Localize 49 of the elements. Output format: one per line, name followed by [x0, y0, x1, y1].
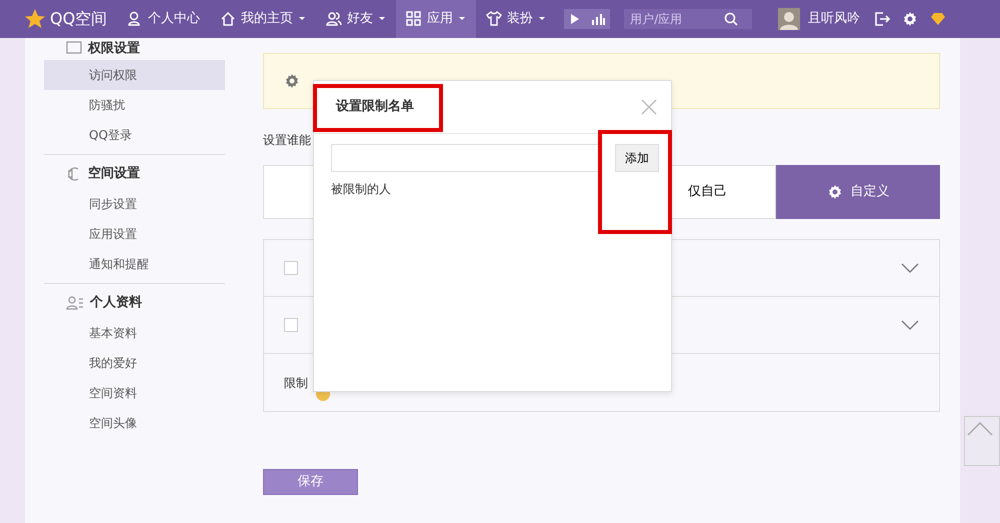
star-logo-icon — [24, 8, 46, 30]
section-title: 个人资料 — [90, 294, 142, 312]
settings-icon — [826, 184, 842, 200]
sidebar-item[interactable]: 基本资料 — [44, 318, 225, 348]
sidebar-item[interactable]: 防骚扰 — [44, 90, 225, 120]
chevron-down-icon[interactable] — [901, 263, 919, 273]
sidebar-item[interactable]: 我的爱好 — [44, 348, 225, 378]
section-title: 空间设置 — [88, 164, 140, 184]
nav-tab[interactable]: 我的主页 — [210, 0, 316, 38]
checkbox[interactable] — [284, 261, 298, 275]
equalizer-icon — [590, 13, 605, 25]
access-option[interactable]: 自定义 — [776, 165, 940, 219]
nav-tab[interactable]: 个人中心 — [117, 0, 210, 38]
nav-tab[interactable]: 好友 — [316, 0, 396, 38]
chevron-down-icon[interactable] — [901, 320, 919, 330]
settings-icon — [284, 73, 300, 89]
play-icon — [570, 13, 580, 25]
grid-icon — [406, 11, 422, 27]
sidebar-item[interactable]: QQ登录 — [44, 120, 225, 150]
profile-icon — [66, 295, 84, 311]
sidebar-item[interactable]: 访问权限 — [44, 60, 225, 90]
checkbox[interactable] — [284, 318, 298, 332]
limit-label: 限制 — [284, 374, 308, 392]
nav-tab[interactable]: 应用 — [396, 0, 476, 38]
diamond-icon[interactable] — [930, 11, 946, 27]
section-title: 权限设置 — [88, 40, 140, 58]
search-box[interactable]: 用户/应用 — [624, 9, 752, 29]
logout-icon[interactable] — [874, 11, 890, 27]
shirt-icon — [486, 11, 502, 27]
sidebar-item[interactable]: 空间头像 — [44, 408, 225, 438]
search-icon — [724, 12, 738, 26]
sidebar-item[interactable]: 同步设置 — [44, 189, 225, 219]
player-bar[interactable] — [564, 9, 610, 29]
user-name[interactable]: 且听风吟 — [808, 9, 860, 29]
list-label: 被限制的人 — [331, 181, 391, 198]
dialog-title: 设置限制名单 — [336, 98, 414, 116]
search-field[interactable]: 用户/应用 — [624, 9, 724, 29]
input-field[interactable] — [331, 144, 601, 172]
nav-tab[interactable]: 装扮 — [476, 0, 556, 38]
people-icon — [326, 11, 342, 27]
add-button[interactable]: 添加 — [615, 144, 659, 172]
sidebar-item[interactable]: 应用设置 — [44, 219, 225, 249]
sidebar-item[interactable]: 通知和提醒 — [44, 249, 225, 279]
access-label: 设置谁能 — [263, 132, 311, 149]
sidebar-item[interactable]: 空间资料 — [44, 378, 225, 408]
settings-icon[interactable] — [902, 11, 918, 27]
home-icon — [220, 11, 236, 27]
avatar-icon[interactable] — [778, 8, 800, 30]
logo-text: QQ空间 — [50, 8, 108, 30]
